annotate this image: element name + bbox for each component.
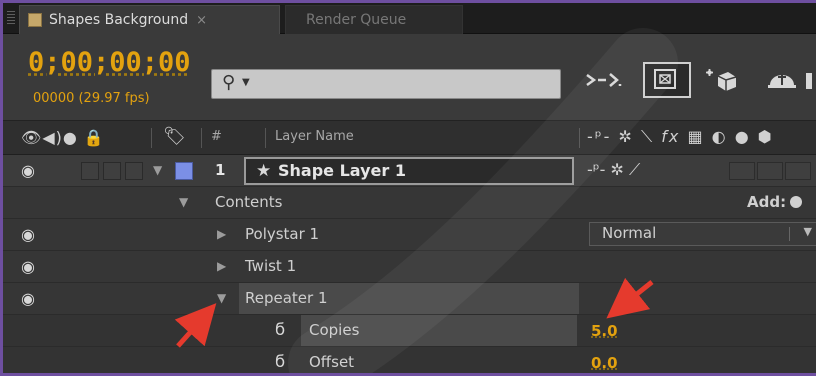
tab-render-queue[interactable]: Render Queue — [285, 5, 463, 34]
layer-row[interactable]: ◉ ▼ 1 ★ Shape Layer 1 -ᵖ- ✲ ⟋ — [3, 155, 816, 187]
layer-switches[interactable]: -ᵖ- ✲ ⟋ — [587, 160, 640, 180]
stopwatch-icon[interactable]: ϭ — [275, 352, 285, 372]
column-divider[interactable] — [265, 128, 266, 148]
draft-3d-icon[interactable] — [643, 62, 691, 98]
offset-label: Offset — [309, 353, 355, 371]
layer-name-column[interactable]: Layer Name — [275, 129, 354, 144]
twist-label: Twist 1 — [245, 257, 297, 275]
copies-label: Copies — [309, 321, 360, 339]
eye-icon[interactable]: ◉ — [21, 161, 35, 180]
column-divider[interactable] — [151, 128, 152, 148]
timeline-controls: 0;00;00;00 00000 (29.97 fps) ⚲ ▼ — [3, 34, 816, 121]
lock-toggle[interactable] — [125, 162, 143, 180]
twist-row[interactable]: ◉ ▶ Twist 1 — [3, 251, 816, 283]
add-menu-icon[interactable] — [790, 196, 803, 208]
layer-label-color[interactable] — [175, 162, 193, 180]
timeline-panel: Shapes Background × Render Queue 0;00;00… — [0, 0, 816, 376]
twirl-down-icon[interactable]: ▼ — [153, 163, 162, 177]
blend-mode-value: Normal — [602, 224, 657, 242]
tab-shapes-background[interactable]: Shapes Background × — [19, 5, 280, 34]
search-input[interactable]: ⚲ ▼ — [211, 69, 561, 99]
add-button[interactable]: Add: — [747, 193, 803, 211]
layer-name-field[interactable]: ★ Shape Layer 1 — [244, 157, 574, 185]
offset-value[interactable]: 0.0 — [591, 354, 618, 372]
current-time-display[interactable]: 0;00;00;00 — [28, 47, 191, 78]
comp-mini-flowchart-icon[interactable] — [578, 62, 630, 98]
av-features-switches-icon[interactable]: 👁◀)● 🔒 — [21, 128, 105, 147]
audio-toggle[interactable] — [81, 162, 99, 180]
column-divider[interactable] — [579, 128, 580, 148]
tab-label: Shapes Background — [49, 12, 189, 28]
contents-row[interactable]: ▼ Contents Add: — [3, 187, 816, 219]
eye-icon[interactable]: ◉ — [21, 257, 35, 276]
blend-mode-dropdown[interactable]: Normal ▼ — [589, 222, 816, 246]
copies-property-row[interactable]: ϭ Copies 5.0 — [3, 315, 816, 347]
repeater-row[interactable]: ◉ ▼ Repeater 1 — [3, 283, 816, 315]
frame-blending-icon[interactable] — [759, 62, 816, 98]
layer-switch-slots[interactable] — [729, 162, 811, 180]
column-divider[interactable] — [201, 128, 202, 148]
repeater-label: Repeater 1 — [245, 289, 328, 307]
chevron-down-icon[interactable]: ▼ — [242, 77, 250, 88]
offset-property-row[interactable]: ϭ Offset 0.0 — [3, 347, 816, 373]
frame-rate-display: 00000 (29.97 fps) — [33, 91, 150, 106]
add-label: Add: — [747, 193, 787, 211]
twirl-right-icon[interactable]: ▶ — [217, 227, 226, 241]
hide-shy-layers-icon[interactable] — [696, 62, 746, 98]
polystar-row[interactable]: ◉ ▶ Polystar 1 Normal ▼ — [3, 219, 816, 251]
close-icon[interactable]: × — [196, 13, 207, 28]
stopwatch-icon[interactable]: ϭ — [275, 320, 285, 340]
contents-label: Contents — [215, 193, 283, 211]
panel-grip-icon[interactable] — [7, 11, 15, 25]
layer-number: 1 — [215, 161, 226, 179]
layer-name: Shape Layer 1 — [278, 161, 406, 180]
search-icon: ⚲ — [222, 72, 236, 93]
twirl-right-icon[interactable]: ▶ — [217, 259, 226, 273]
tab-bar: Shapes Background × Render Queue — [3, 3, 816, 34]
shape-layer-star-icon: ★ — [256, 161, 272, 181]
solo-toggle[interactable] — [103, 162, 121, 180]
chevron-down-icon[interactable]: ▼ — [804, 225, 812, 238]
tab-label: Render Queue — [306, 12, 407, 28]
layer-number-column[interactable]: # — [211, 129, 222, 144]
label-tag-icon[interactable]: 🏷 — [163, 126, 186, 147]
copies-value[interactable]: 5.0 — [591, 322, 618, 340]
twirl-down-icon[interactable]: ▼ — [179, 195, 188, 209]
composition-color-icon — [28, 13, 42, 27]
eye-icon[interactable]: ◉ — [21, 289, 35, 308]
layer-switches-icons: -ᵖ- ✲ ⟍ fx ▦ ◐ ● ⬢ — [587, 127, 774, 146]
eye-icon[interactable]: ◉ — [21, 225, 35, 244]
polystar-label: Polystar 1 — [245, 225, 320, 243]
layer-column-header: 👁◀)● 🔒 🏷 # Layer Name -ᵖ- ✲ ⟍ fx ▦ ◐ ● ⬢ — [3, 121, 816, 155]
dropdown-divider — [789, 227, 790, 241]
twirl-down-icon[interactable]: ▼ — [217, 291, 226, 305]
